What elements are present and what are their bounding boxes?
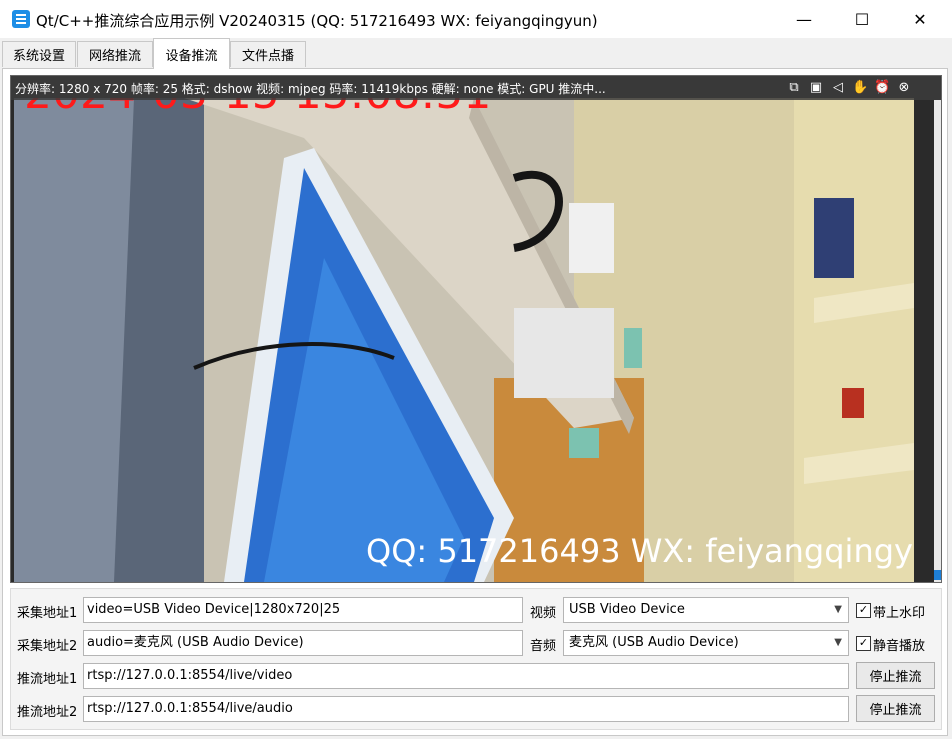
mute-check-label: 静音播放 xyxy=(873,639,926,654)
scroll-thumb[interactable] xyxy=(934,570,941,580)
settings-form: 采集地址1 video=USB Video Device|1280x720|25… xyxy=(10,588,942,730)
timestamp-overlay: 2024-03-15 15:08:51 xyxy=(24,98,491,119)
capture1-label: 采集地址1 xyxy=(17,606,78,621)
push2-label: 推流地址2 xyxy=(17,705,78,720)
stream-info-text: 分辨率: 1280 x 720 帧率: 25 格式: dshow 视频: mjp… xyxy=(15,81,606,96)
audio-label: 音频 xyxy=(530,639,557,654)
close-button[interactable]: ✕ xyxy=(892,0,948,38)
tab-file-vod[interactable]: 文件点播 xyxy=(230,41,306,67)
push1-input[interactable]: rtsp://127.0.0.1:8554/live/video xyxy=(83,663,849,689)
chevron-down-icon: ▼ xyxy=(834,637,842,648)
close-icon[interactable]: ⊗ xyxy=(896,80,912,96)
scrollbar[interactable] xyxy=(934,100,941,582)
push1-label: 推流地址1 xyxy=(17,672,78,687)
image-icon[interactable]: ▣ xyxy=(808,80,824,96)
video-device-select[interactable]: USB Video Device ▼ xyxy=(563,597,849,623)
watermark-checkbox[interactable]: ✓ xyxy=(856,603,871,618)
camera-image xyxy=(14,98,914,582)
window-title: Qt/C++推流综合应用示例 V20240315 (QQ: 517216493 … xyxy=(36,12,598,30)
tab-bar: 系统设置 网络推流 设备推流 文件点播 xyxy=(0,38,952,69)
capture2-label: 采集地址2 xyxy=(17,639,78,654)
audio-device-value: 麦克风 (USB Audio Device) xyxy=(569,635,739,650)
mute-icon[interactable]: ◁ xyxy=(830,80,846,96)
title-bar: Qt/C++推流综合应用示例 V20240315 (QQ: 517216493 … xyxy=(0,0,952,38)
video-label: 视频 xyxy=(530,606,557,621)
screenshot-icon[interactable]: ⧉ xyxy=(786,80,802,96)
video-player[interactable]: 2024-03-15 15:08:51 QQ: 517216493 WX: fe… xyxy=(10,75,942,583)
maximize-button[interactable]: ☐ xyxy=(834,0,890,38)
watermark-check-label: 带上水印 xyxy=(873,606,926,621)
minimize-button[interactable]: — xyxy=(776,0,832,38)
video-device-value: USB Video Device xyxy=(569,602,685,617)
tab-system-settings[interactable]: 系统设置 xyxy=(2,41,76,67)
push2-input[interactable]: rtsp://127.0.0.1:8554/live/audio xyxy=(83,696,849,722)
chevron-down-icon: ▼ xyxy=(834,604,842,615)
capture1-input[interactable]: video=USB Video Device|1280x720|25 xyxy=(83,597,523,623)
hand-icon[interactable]: ✋ xyxy=(852,80,868,96)
alarm-icon[interactable]: ⏰ xyxy=(874,80,890,96)
audio-device-select[interactable]: 麦克风 (USB Audio Device) ▼ xyxy=(563,630,849,656)
stop-push2-button[interactable]: 停止推流 xyxy=(856,695,935,722)
capture2-input[interactable]: audio=麦克风 (USB Audio Device) xyxy=(83,630,523,656)
mute-checkbox[interactable]: ✓ xyxy=(856,636,871,651)
watermark-overlay: QQ: 517216493 WX: feiyangqingyun xyxy=(366,532,914,570)
app-icon xyxy=(12,10,30,28)
tab-device-push[interactable]: 设备推流 xyxy=(153,38,230,69)
camera-frame: 2024-03-15 15:08:51 QQ: 517216493 WX: fe… xyxy=(14,98,914,582)
stop-push1-button[interactable]: 停止推流 xyxy=(856,662,935,689)
tab-network-push[interactable]: 网络推流 xyxy=(77,41,153,67)
